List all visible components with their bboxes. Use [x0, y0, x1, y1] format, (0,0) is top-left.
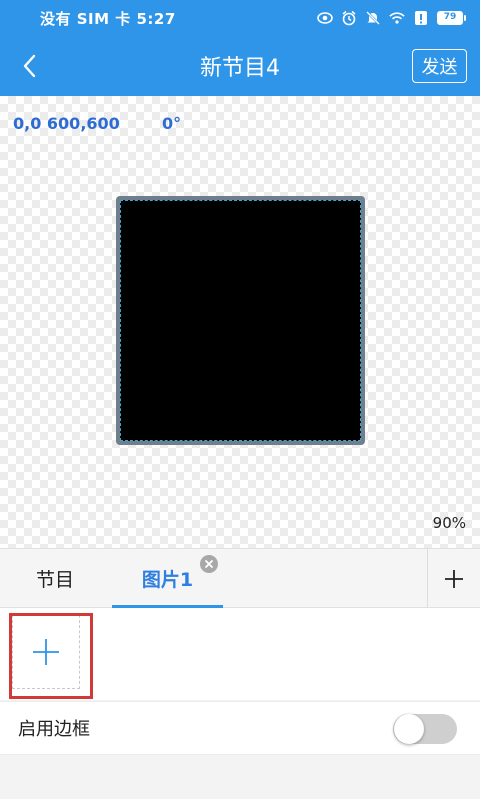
border-setting-label: 启用边框	[18, 719, 90, 740]
bottom-background	[0, 756, 480, 799]
battery-level: 79	[437, 11, 463, 25]
page-title: 新节目4	[200, 56, 280, 81]
toggle-knob	[394, 714, 424, 744]
tab-bar: 节目 图片1	[0, 548, 480, 608]
canvas-area[interactable]: 0,0 600,600 0° 90%	[0, 96, 480, 548]
screen-content[interactable]	[120, 200, 361, 441]
border-setting-row: 启用边框	[0, 701, 480, 755]
battery-icon: 79	[437, 11, 466, 25]
status-carrier-time: 没有 SIM 卡 5:27	[40, 9, 176, 28]
add-tab-button[interactable]	[428, 549, 480, 608]
alarm-icon	[341, 10, 357, 26]
back-button[interactable]	[14, 50, 46, 82]
rotation-readout: 0°	[162, 114, 182, 133]
wifi-icon	[389, 10, 405, 26]
image-list	[0, 608, 480, 700]
add-image-button[interactable]	[12, 615, 80, 689]
eye-icon	[317, 10, 333, 26]
coordinates-readout: 0,0 600,600	[13, 114, 120, 133]
tab-close-button[interactable]	[200, 555, 218, 573]
status-icons: 79	[317, 10, 466, 26]
mute-icon	[365, 10, 381, 26]
alert-icon	[413, 10, 429, 26]
tab-program[interactable]: 节目	[0, 549, 110, 608]
plus-icon	[33, 639, 59, 665]
border-toggle[interactable]	[393, 714, 457, 744]
chevron-left-icon	[23, 54, 36, 78]
screen-preview[interactable]	[116, 196, 365, 445]
zoom-level: 90%	[432, 514, 466, 532]
app-bar: 新节目4 发送	[0, 36, 480, 96]
close-icon	[205, 560, 213, 568]
plus-icon	[445, 569, 463, 588]
status-bar: 没有 SIM 卡 5:27 79	[0, 0, 480, 36]
send-button[interactable]: 发送	[412, 49, 467, 83]
